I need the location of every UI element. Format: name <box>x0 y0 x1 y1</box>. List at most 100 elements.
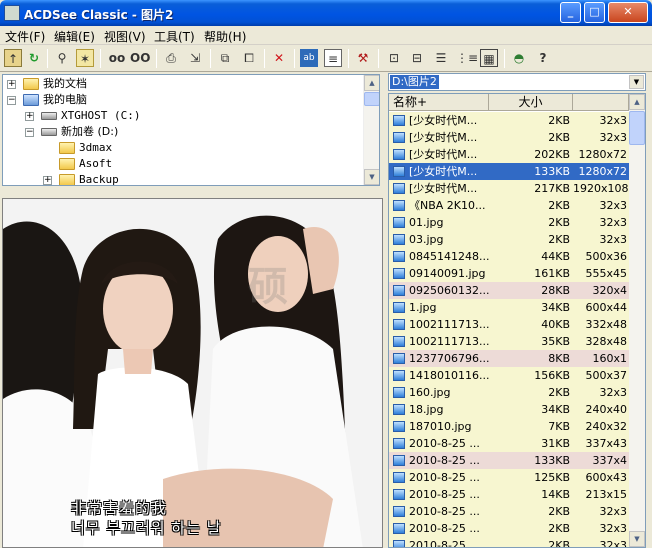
image-file-icon <box>393 421 405 432</box>
file-row[interactable]: 2010-8-25 ... 2KB 32x3 <box>389 537 629 547</box>
menu-help[interactable]: 帮助(H) <box>204 28 246 45</box>
file-name: 18.jpg <box>389 401 489 418</box>
file-dimensions: 337x4 <box>573 452 629 469</box>
file-row[interactable]: 1002111713... 35KB 328x48 <box>389 333 629 350</box>
column-header-dimensions[interactable] <box>573 94 629 111</box>
file-row[interactable]: 2010-8-25 ... 125KB 600x43 <box>389 469 629 486</box>
file-row[interactable]: 2010-8-25 ... 2KB 32x3 <box>389 503 629 520</box>
scroll-thumb[interactable] <box>629 111 645 145</box>
favorite-star-icon[interactable]: ✶ <box>76 49 94 67</box>
tree-scrollbar[interactable]: ▲ ▼ <box>363 75 379 185</box>
file-row[interactable]: 1418010116... 156KB 500x37 <box>389 367 629 384</box>
scroll-up-arrow-icon[interactable]: ▲ <box>629 94 645 110</box>
file-name: 《NBA 2K10... <box>389 197 489 214</box>
folder-tree[interactable]: + 我的文档 − 我的电脑 + XTGHOST (C:) − 新加卷 (D:) … <box>2 74 380 186</box>
fullscreen-icon[interactable]: OO <box>130 49 150 67</box>
file-size: 34KB <box>489 299 573 316</box>
file-row[interactable]: [少女时代M... 217KB 1920x108 <box>389 180 629 197</box>
menu-tools[interactable]: 工具(T) <box>154 28 195 45</box>
tools-hammer-icon[interactable]: ⚒ <box>354 49 372 67</box>
tree-item-my-computer[interactable]: − 我的电脑 <box>7 92 362 108</box>
delete-icon[interactable]: ✕ <box>270 49 288 67</box>
image-file-icon <box>393 251 405 262</box>
file-row[interactable]: 01.jpg 2KB 32x3 <box>389 214 629 231</box>
web-icon[interactable]: ◓ <box>510 49 528 67</box>
maximize-button[interactable]: □ <box>584 2 605 23</box>
file-row[interactable]: 09140091.jpg 161KB 555x45 <box>389 265 629 282</box>
view-zoom-icon[interactable]: oo <box>108 49 126 67</box>
find-binoculars-icon[interactable]: ⚲ <box>53 49 71 67</box>
file-row[interactable]: 1002111713... 40KB 332x48 <box>389 316 629 333</box>
address-combobox[interactable]: D:\图片2 ▼ <box>388 73 646 91</box>
help-icon[interactable]: ? <box>534 49 552 67</box>
file-name: 2010-8-25 ... <box>389 537 489 547</box>
file-name-text: 09140091.jpg <box>409 267 486 280</box>
file-name-text: 01.jpg <box>409 216 444 229</box>
image-file-icon <box>393 387 405 398</box>
menu-view[interactable]: 视图(V) <box>104 28 146 45</box>
tree-item-drive-d[interactable]: − 新加卷 (D:) <box>25 124 362 140</box>
file-row[interactable]: [少女时代M... 2KB 32x3 <box>389 129 629 146</box>
file-list[interactable]: 名称+ 大小 [少女时代M... 2KB 32x3 [少女时代M... 2KB 32x3[… <box>388 93 646 548</box>
pane-splitter[interactable] <box>0 187 385 197</box>
file-row[interactable]: 0845141248... 44KB 500x36 <box>389 248 629 265</box>
file-row[interactable]: 2010-8-25 ... 133KB 337x4 <box>389 452 629 469</box>
print-icon[interactable]: ⎙ <box>162 49 180 67</box>
minimize-button[interactable]: _ <box>560 2 581 23</box>
file-row[interactable]: 0925060132... 28KB 320x4 <box>389 282 629 299</box>
tree-expander[interactable]: − <box>25 128 34 137</box>
refresh-icon[interactable]: ↻ <box>25 49 43 67</box>
file-row[interactable]: 03.jpg 2KB 32x3 <box>389 231 629 248</box>
scroll-down-arrow-icon[interactable]: ▼ <box>364 169 379 185</box>
file-name: 0925060132... <box>389 282 489 299</box>
file-row[interactable]: [少女时代M... 2KB 32x3 <box>389 112 629 129</box>
file-row[interactable]: 1237706796... 8KB 160x1 <box>389 350 629 367</box>
list-view-icon[interactable]: ☰ <box>432 49 450 67</box>
large-icons-view-icon[interactable]: ⊡ <box>385 49 403 67</box>
file-row[interactable]: [少女时代M... 202KB 1280x72 <box>389 146 629 163</box>
paste-icon[interactable]: ⧠ <box>240 49 258 67</box>
properties-icon[interactable]: ≡ <box>324 49 342 67</box>
scroll-up-arrow-icon[interactable]: ▲ <box>364 75 379 91</box>
copy-icon[interactable]: ⧉ <box>216 49 234 67</box>
chevron-down-icon[interactable]: ▼ <box>629 75 644 89</box>
file-row[interactable]: 18.jpg 34KB 240x40 <box>389 401 629 418</box>
file-row[interactable]: 《NBA 2K10... 2KB 32x3 <box>389 197 629 214</box>
tree-item-backup[interactable]: + Backup <box>43 172 362 185</box>
file-row[interactable]: [少女时代M... 133KB 1280x72 <box>389 163 629 180</box>
file-list-scrollbar[interactable]: ▲ ▼ <box>629 94 645 547</box>
small-icons-view-icon[interactable]: ⊟ <box>408 49 426 67</box>
file-row[interactable]: 2010-8-25 ... 31KB 337x43 <box>389 435 629 452</box>
tree-item-drive-c[interactable]: + XTGHOST (C:) <box>25 108 362 124</box>
file-name: 1237706796... <box>389 350 489 367</box>
tree-expander[interactable]: + <box>25 112 34 121</box>
file-size: 31KB <box>489 435 573 452</box>
menu-file[interactable]: 文件(F) <box>5 28 45 45</box>
file-size: 44KB <box>489 248 573 265</box>
file-row[interactable]: 1.jpg 34KB 600x44 <box>389 299 629 316</box>
file-row[interactable]: 2010-8-25 ... 14KB 213x15 <box>389 486 629 503</box>
tree-expander[interactable]: − <box>7 96 16 105</box>
column-header-size[interactable]: 大小 <box>489 94 573 111</box>
file-name-text: 0925060132... <box>409 284 489 297</box>
tree-expander[interactable]: + <box>43 176 52 185</box>
acquire-icon[interactable]: ⇲ <box>186 49 204 67</box>
scroll-thumb[interactable] <box>364 92 379 106</box>
close-button[interactable]: ✕ <box>608 2 648 23</box>
file-row[interactable]: 187010.jpg 7KB 240x32 <box>389 418 629 435</box>
tree-item-my-documents[interactable]: + 我的文档 <box>7 76 362 92</box>
tree-item-asoft[interactable]: Asoft <box>43 156 362 172</box>
scroll-down-arrow-icon[interactable]: ▼ <box>629 531 645 547</box>
column-header-name[interactable]: 名称+ <box>389 94 489 111</box>
rename-icon[interactable]: ab <box>300 49 318 67</box>
tree-item-3dmax[interactable]: 3dmax <box>43 140 362 156</box>
details-view-icon[interactable]: ⋮≡ <box>456 49 478 67</box>
thumbnails-view-icon[interactable]: ▦ <box>480 49 498 67</box>
tree-expander[interactable]: + <box>7 80 16 89</box>
file-row[interactable]: 2010-8-25 ... 2KB 32x3 <box>389 520 629 537</box>
file-row[interactable]: 160.jpg 2KB 32x3 <box>389 384 629 401</box>
file-dimensions: 213x15 <box>573 486 629 503</box>
up-folder-icon[interactable]: ↑ <box>4 49 22 67</box>
file-dimensions: 32x3 <box>573 231 629 248</box>
menu-edit[interactable]: 编辑(E) <box>54 28 95 45</box>
